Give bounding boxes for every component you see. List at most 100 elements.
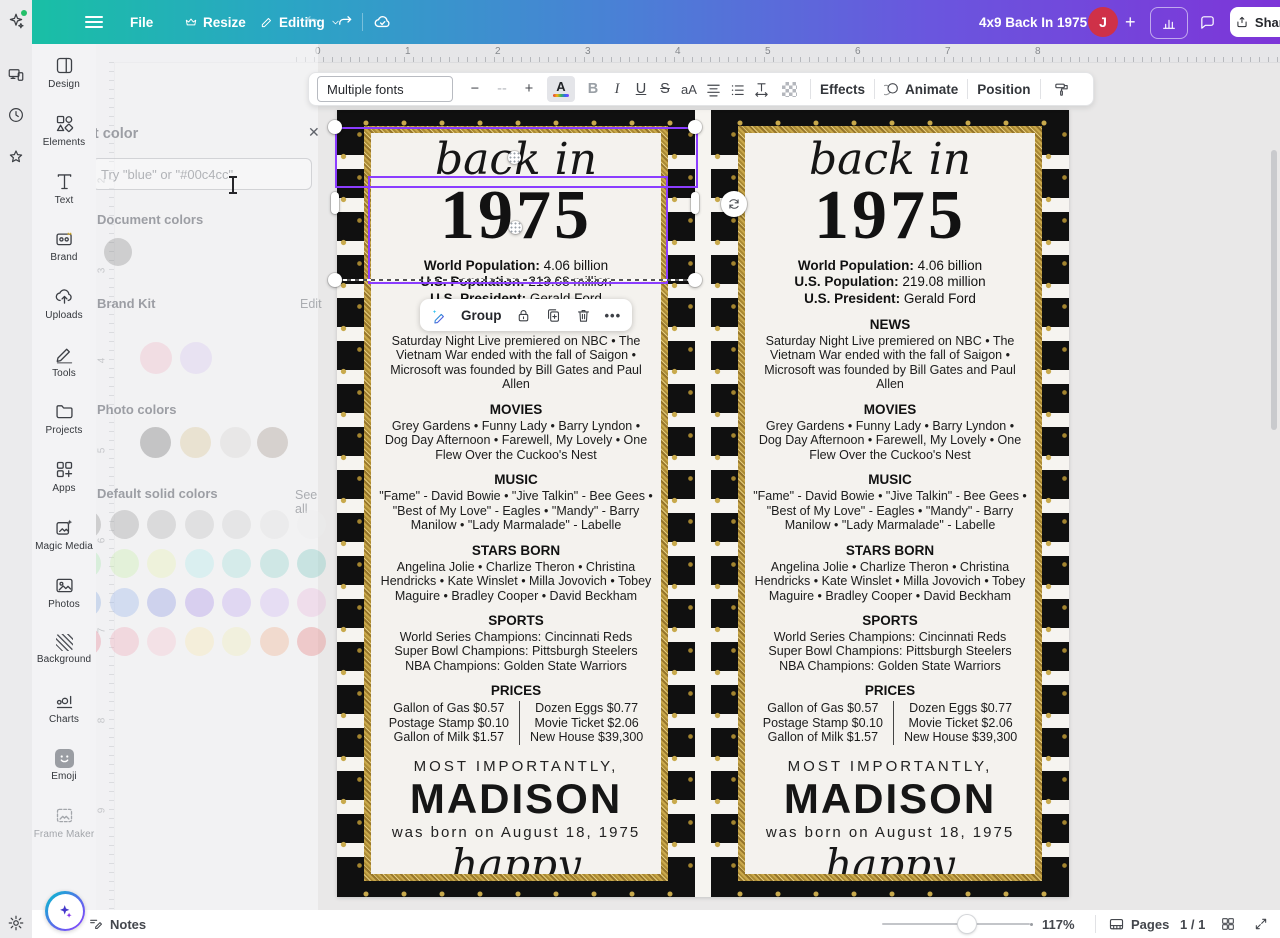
zoom-slider-track[interactable] [882, 923, 1030, 925]
color-swatch[interactable] [185, 588, 214, 617]
document-title[interactable]: 4x9 Back In 1975 [979, 0, 1087, 44]
color-swatch[interactable] [260, 627, 289, 656]
color-swatch[interactable] [297, 510, 326, 539]
grid-view-button[interactable] [1220, 910, 1236, 938]
sidebar-item-apps[interactable]: Apps [32, 448, 96, 506]
devices-icon[interactable] [7, 66, 25, 84]
color-swatch[interactable] [222, 510, 251, 539]
selection-corner-handle-tl[interactable] [328, 120, 342, 134]
more-options-button[interactable]: ••• [605, 308, 622, 323]
text-drag-handle[interactable] [509, 221, 522, 234]
sidebar-item-photos[interactable]: Photos [32, 563, 96, 621]
avatar[interactable]: J [1088, 7, 1118, 37]
color-swatch[interactable] [110, 510, 139, 539]
comments-button[interactable] [1192, 7, 1222, 37]
color-swatch[interactable] [297, 627, 326, 656]
poster-section-prices[interactable]: PRICES Gallon of Gas $0.57 Postage Stamp… [379, 683, 653, 744]
color-swatch[interactable] [260, 588, 289, 617]
sidebar-item-elements[interactable]: Elements [32, 102, 96, 160]
zoom-level[interactable]: 117% [1042, 910, 1075, 938]
selection-corner-handle-tr[interactable] [688, 120, 702, 134]
starred-icon[interactable] [7, 148, 25, 166]
list-button[interactable] [725, 76, 749, 102]
poster-section-movies[interactable]: MOVIES Grey Gardens • Funny Lady • Barry… [379, 402, 653, 462]
text-spacing-button[interactable] [749, 76, 773, 102]
redo-button[interactable] [336, 0, 354, 44]
magic-edit-icon[interactable] [431, 307, 448, 324]
settings-gear-icon[interactable] [7, 914, 25, 932]
color-swatch[interactable] [185, 627, 214, 656]
poster-born-line[interactable]: was born on August 18, 1975 [379, 824, 653, 841]
poster-most-importantly[interactable]: MOST IMPORTANTLY, [753, 758, 1027, 775]
panel-close-icon[interactable]: ✕ [308, 124, 320, 141]
italic-button[interactable]: I [605, 76, 629, 102]
color-swatch[interactable] [110, 549, 139, 578]
text-case-button[interactable]: aA [677, 76, 701, 102]
duplicate-icon[interactable] [545, 307, 562, 324]
sidebar-item-brand[interactable]: Brand [32, 217, 96, 275]
poster-year[interactable]: 1975 [753, 183, 1027, 250]
font-size-increase-button[interactable]: + [517, 76, 541, 102]
color-swatch[interactable] [220, 427, 251, 458]
sidebar-item-frame-maker[interactable]: Frame Maker [32, 794, 96, 852]
poster-section-stars-born[interactable]: STARS BORN Angelina Jolie • Charlize The… [753, 543, 1027, 603]
underline-button[interactable]: U [629, 76, 653, 102]
lock-icon[interactable] [515, 307, 532, 324]
poster-script-footer[interactable]: happy birthday! [379, 844, 653, 874]
sidebar-item-charts[interactable]: Charts [32, 679, 96, 737]
color-swatch[interactable] [260, 510, 289, 539]
font-family-selector[interactable]: Multiple fonts [317, 76, 453, 102]
sidebar-item-projects[interactable]: Projects [32, 390, 96, 448]
color-search-box[interactable] [92, 158, 312, 190]
main-menu-button[interactable] [85, 0, 103, 44]
color-swatch[interactable] [147, 588, 176, 617]
strikethrough-button[interactable]: S [653, 76, 677, 102]
animate-button[interactable]: Animate [884, 76, 958, 102]
rotate-handle[interactable] [721, 191, 747, 217]
color-swatch[interactable] [222, 627, 251, 656]
color-swatch[interactable] [185, 510, 214, 539]
fullscreen-button[interactable] [1253, 910, 1269, 938]
pages-button[interactable]: Pages [1108, 910, 1169, 938]
share-button[interactable]: Share [1230, 7, 1280, 37]
recent-clock-icon[interactable] [7, 106, 25, 124]
text-color-button[interactable]: A [547, 76, 575, 102]
sidebar-item-design[interactable]: Design [32, 44, 96, 102]
editing-mode-menu[interactable]: Editing [260, 0, 341, 44]
poster-section-music[interactable]: MUSIC "Fame" - David Bowie • "Jive Talki… [753, 472, 1027, 532]
group-button[interactable]: Group [461, 308, 502, 323]
brand-kit-edit-link[interactable]: Edit [300, 297, 322, 311]
resize-menu[interactable]: Resize [184, 0, 246, 44]
sidebar-item-uploads[interactable]: Uploads [32, 275, 96, 333]
color-swatch[interactable] [257, 427, 288, 458]
copy-style-button[interactable] [1050, 76, 1074, 102]
selection-side-handle-right[interactable] [691, 192, 699, 214]
color-swatch[interactable] [104, 238, 132, 266]
sidebar-item-text[interactable]: Text [32, 159, 96, 217]
text-align-button[interactable] [701, 76, 725, 102]
poster-section-sports[interactable]: SPORTS World Series Champions: Cincinnat… [379, 613, 653, 673]
poster-section-prices[interactable]: PRICES Gallon of Gas $0.57 Postage Stamp… [753, 683, 1027, 744]
sidebar-item-tools[interactable]: Tools [32, 332, 96, 390]
selection-corner-handle-bl[interactable] [328, 273, 342, 287]
color-swatch[interactable] [297, 549, 326, 578]
color-swatch[interactable] [147, 510, 176, 539]
effects-button[interactable]: Effects [820, 76, 865, 102]
delete-trash-icon[interactable] [575, 307, 592, 324]
text-drag-handle[interactable] [508, 151, 521, 164]
cloud-save-status[interactable] [373, 0, 392, 44]
font-size-decrease-button[interactable]: − [463, 76, 487, 102]
color-swatch[interactable] [147, 549, 176, 578]
sidebar-item-magic-media[interactable]: Magic Media [32, 506, 96, 564]
color-search-input[interactable] [93, 159, 311, 189]
poster-facts[interactable]: World Population: 4.06 billion U.S. Popu… [753, 258, 1027, 307]
color-swatch[interactable] [180, 342, 212, 374]
poster-script-footer[interactable]: happy birthday! [753, 844, 1027, 874]
color-swatch[interactable] [180, 427, 211, 458]
color-swatch[interactable] [185, 549, 214, 578]
poster-section-news[interactable]: NEWS Saturday Night Live premiered on NB… [753, 317, 1027, 392]
bold-button[interactable]: B [581, 76, 605, 102]
scrollbar-thumb[interactable] [1271, 150, 1277, 430]
add-member-button[interactable]: + [1125, 0, 1136, 44]
poster-section-music[interactable]: MUSIC "Fame" - David Bowie • "Jive Talki… [379, 472, 653, 532]
